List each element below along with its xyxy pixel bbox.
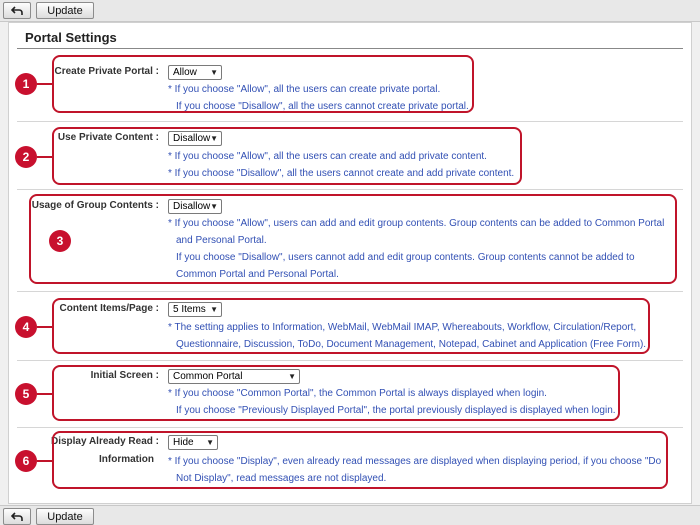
callout-number-5: 5: [15, 383, 37, 405]
callout-connector: [37, 326, 53, 328]
callout-connector: [37, 156, 53, 158]
callout-number-1: 1: [15, 73, 37, 95]
update-button[interactable]: Update: [36, 508, 94, 525]
back-arrow-icon: [11, 5, 23, 15]
callout-connector: [37, 393, 53, 395]
row-divider: [17, 121, 683, 122]
page-title: Portal Settings: [25, 30, 117, 45]
callout-box-3: [29, 194, 677, 284]
back-button[interactable]: [3, 2, 31, 19]
row-divider: [17, 360, 683, 361]
bottom-toolbar: Update: [0, 505, 700, 525]
callout-number-2: 2: [15, 146, 37, 168]
row-divider: [17, 189, 683, 190]
title-divider: [17, 48, 683, 49]
callout-box-6: [52, 431, 668, 489]
callout-box-4: [52, 298, 650, 354]
row-divider: [17, 427, 683, 428]
back-arrow-icon: [11, 511, 23, 521]
callout-box-1: [52, 55, 474, 113]
callout-connector: [37, 460, 53, 462]
back-button[interactable]: [3, 508, 31, 525]
callout-box-2: [52, 127, 522, 185]
update-button[interactable]: Update: [36, 2, 94, 19]
callout-box-5: [52, 365, 620, 421]
top-toolbar: Update: [0, 0, 700, 22]
callout-number-4: 4: [15, 316, 37, 338]
callout-connector: [37, 83, 53, 85]
callout-number-3: 3: [49, 230, 71, 252]
portal-settings-panel: Portal Settings Create Private Portal : …: [8, 22, 692, 504]
callout-number-6: 6: [15, 450, 37, 472]
row-divider: [17, 291, 683, 292]
